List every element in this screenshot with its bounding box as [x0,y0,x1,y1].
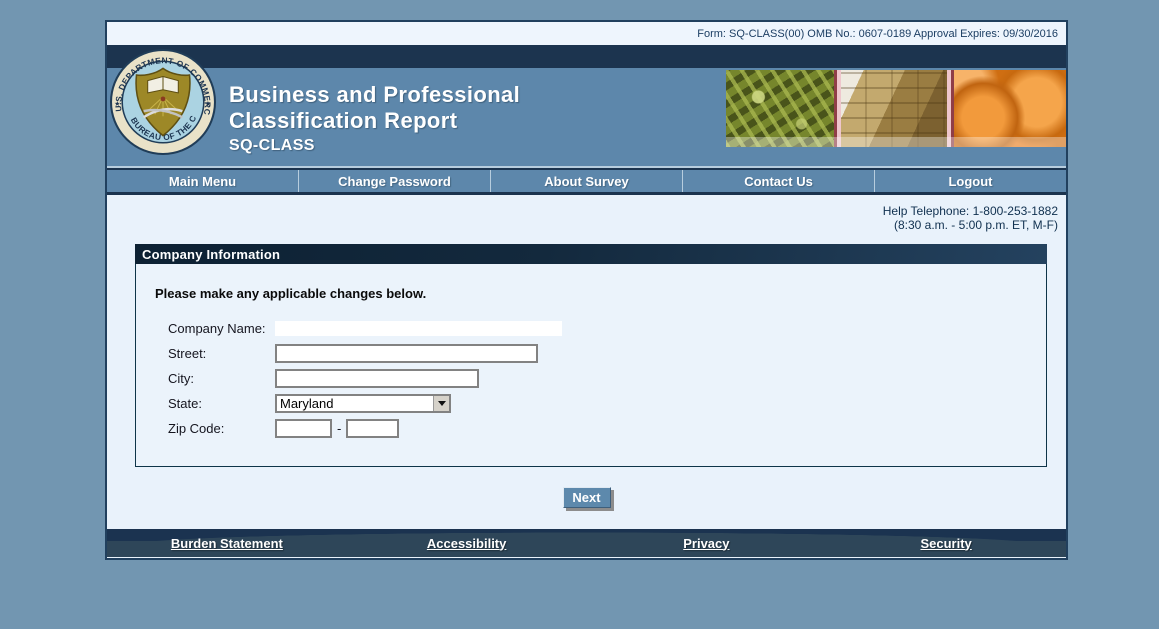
footer-link-burden-statement[interactable]: Burden Statement [107,529,347,557]
zip-code-label: Zip Code: [168,421,275,436]
main-nav: Main Menu Change Password About Survey C… [107,168,1066,195]
help-telephone-line2: (8:30 a.m. - 5:00 p.m. ET, M-F) [107,218,1058,232]
zip-code-input[interactable] [275,419,332,438]
state-selected-value: Maryland [277,396,433,411]
state-row: State: Maryland [155,394,1046,413]
page-container: Form: SQ-CLASS(00) OMB No.: 0607-0189 Ap… [105,20,1068,560]
form-info-bar: Form: SQ-CLASS(00) OMB No.: 0607-0189 Ap… [107,22,1066,45]
state-select[interactable]: Maryland [275,394,451,413]
cardboard-boxes-photo [841,70,947,147]
city-input[interactable] [275,369,479,388]
footer-link-accessibility[interactable]: Accessibility [347,529,587,557]
company-name-input[interactable] [275,321,562,336]
header-photo-strip [726,70,1066,147]
page-title-line1: Business and Professional [229,82,520,108]
nav-item-about-survey[interactable]: About Survey [491,170,683,192]
form-instruction: Please make any applicable changes below… [155,286,1046,301]
footer-link-privacy[interactable]: Privacy [587,529,827,557]
census-bureau-seal-icon: U.S. DEPARTMENT OF COMMERCE BUREAU OF TH… [110,49,216,155]
zip-code-row: Zip Code: - [155,419,1046,438]
help-telephone-line1: Help Telephone: 1-800-253-1882 [107,204,1058,218]
svg-text:★: ★ [205,100,211,108]
zip-plus4-input[interactable] [346,419,399,438]
street-label: Street: [168,346,275,361]
city-label: City: [168,371,275,386]
footer-link-security[interactable]: Security [826,529,1066,557]
company-name-label: Company Name: [168,321,275,336]
dropdown-arrow-icon[interactable] [433,396,449,411]
street-row: Street: [155,344,1046,363]
page-subtitle: SQ-CLASS [229,137,520,155]
next-button[interactable]: Next [563,487,611,508]
machinery-screws-photo [726,70,834,147]
section-title: Company Information [142,247,280,262]
state-label: State: [168,396,275,411]
section-header: Company Information [135,244,1047,264]
footer: Burden Statement Accessibility Privacy S… [107,529,1066,557]
navy-band [107,45,1066,68]
page-title-line2: Classification Report [229,108,520,134]
street-input[interactable] [275,344,538,363]
nav-item-logout[interactable]: Logout [875,170,1066,192]
nav-item-main-menu[interactable]: Main Menu [107,170,299,192]
title-block: Business and Professional Classification… [229,82,520,155]
form-info-text: Form: SQ-CLASS(00) OMB No.: 0607-0189 Ap… [697,28,1058,40]
company-information-section: Company Information Please make any appl… [135,244,1047,467]
header: U.S. DEPARTMENT OF COMMERCE BUREAU OF TH… [107,68,1066,168]
help-telephone-block: Help Telephone: 1-800-253-1882 (8:30 a.m… [107,195,1066,232]
oranges-photo [954,70,1066,147]
svg-text:★: ★ [114,100,120,108]
content-area: Help Telephone: 1-800-253-1882 (8:30 a.m… [107,195,1066,529]
nav-item-contact-us[interactable]: Contact Us [683,170,875,192]
zip-separator: - [337,421,341,436]
section-body: Please make any applicable changes below… [135,264,1047,467]
nav-item-change-password[interactable]: Change Password [299,170,491,192]
city-row: City: [155,369,1046,388]
company-name-row: Company Name: [155,319,1046,338]
photo-bottom-overlay [726,137,1066,147]
